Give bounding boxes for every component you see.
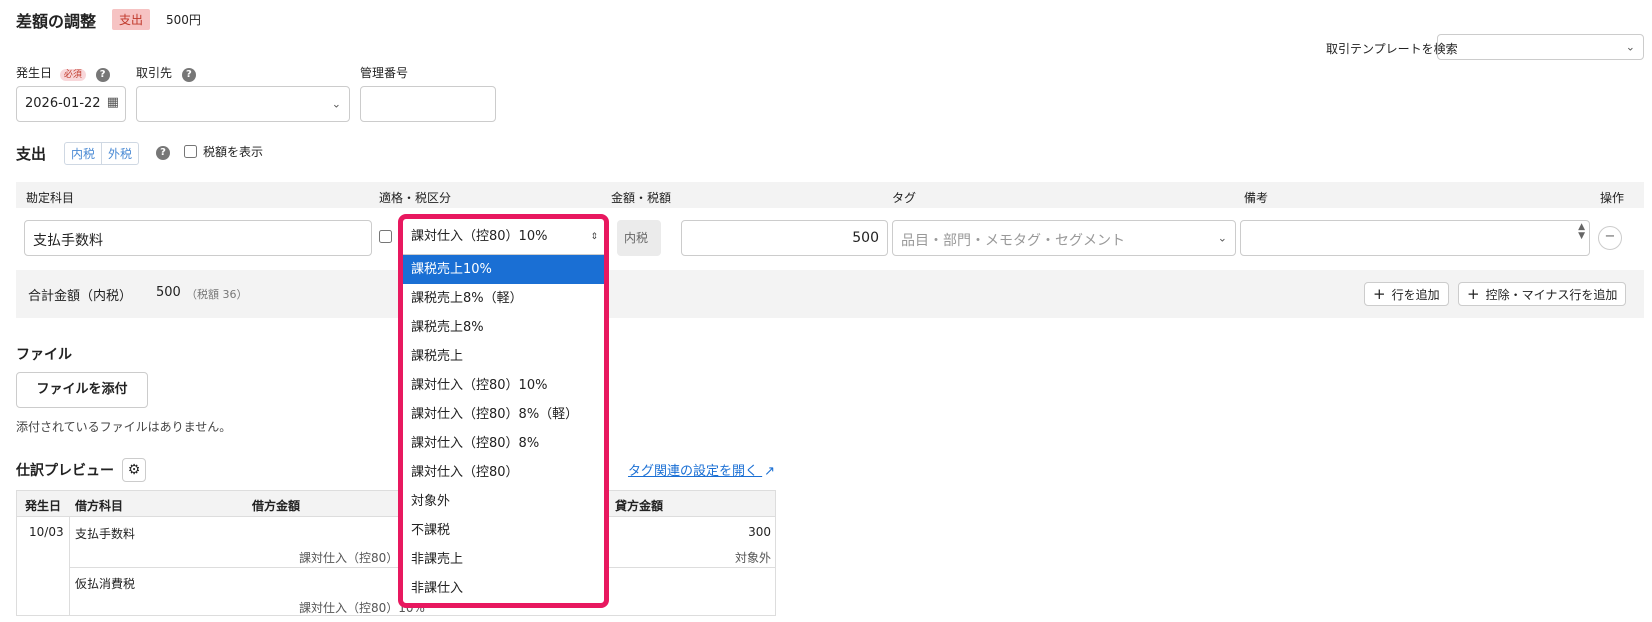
tax-class-select[interactable]: 課対仕入（控80）10% ⇕ [403, 219, 604, 255]
tax-excl-option[interactable]: 外税 [101, 143, 138, 164]
file-title: ファイル [16, 347, 72, 363]
tax-class-option[interactable]: 課税売上10% [403, 255, 604, 284]
tax-class-selected-value: 課対仕入（控80）10% [411, 229, 548, 244]
partner-label: 取引先 ? [136, 64, 196, 82]
add-deduct-row-label: 控除・マイナス行を追加 [1485, 288, 1618, 302]
chevron-down-icon: ⌄ [1217, 231, 1227, 245]
show-tax-option: 税額を表示 [184, 143, 263, 160]
preview-debit-account: 仮払消費税 [75, 577, 136, 591]
tag-settings-link-text: タグ関連の設定を開く [628, 464, 759, 479]
journal-table-header: 勘定科目 適格・税区分 金額・税額 タグ 備考 操作 [16, 182, 1644, 208]
tax-mode-value: 内税 [624, 231, 649, 245]
preview-col-debit-account: 借方科目 [75, 499, 124, 513]
add-row-button[interactable]: + 行を追加 [1364, 282, 1449, 306]
col-tax-class: 適格・税区分 [379, 191, 452, 205]
tax-class-option[interactable]: 課税売上8%（軽） [403, 284, 604, 313]
tax-class-option[interactable]: 課対仕入（控80）10% [403, 371, 604, 400]
preview-table-body: 10/03 支払手数料 課対仕入（控80）10% 300 対象外 仮払消費税 課… [17, 517, 775, 615]
required-badge: 必須 [59, 69, 86, 81]
tax-class-option[interactable]: 課税売上8% [403, 313, 604, 342]
remove-row-button[interactable]: − [1598, 226, 1622, 250]
preview-col-date: 発生日 [25, 499, 62, 513]
preview-credit-tax: 対象外 [734, 551, 771, 565]
manage-no-input[interactable] [360, 86, 496, 122]
col-ops: 操作 [1600, 191, 1625, 205]
totals-bar: 合計金額（内税） 500 （税額 36） + 行を追加 + 控除・マイナス行を追加 [16, 270, 1644, 318]
show-tax-label: 税額を表示 [203, 145, 264, 159]
tag-settings-link[interactable]: タグ関連の設定を開く ↗ [628, 460, 775, 479]
spinner-icon[interactable]: ▲ ▼ [1578, 223, 1585, 241]
tax-class-option[interactable]: 対象外 [403, 487, 604, 516]
amount-input[interactable]: 500 [681, 220, 888, 256]
preview-credit-amount: 300 [748, 525, 771, 539]
qualified-checkbox[interactable] [379, 230, 392, 243]
preview-debit-account: 支払手数料 [75, 527, 136, 541]
tax-mode-toggle: 内税 外税 [64, 142, 140, 165]
tax-mode-select[interactable]: 内税 [617, 220, 661, 256]
total-label: 合計金額（内税） [28, 289, 133, 304]
account-input[interactable]: 支払手数料 [24, 220, 372, 256]
col-amount-tax: 金額・税額 [611, 191, 672, 205]
tax-class-option[interactable]: 非課売上 [403, 545, 604, 574]
preview-col-credit-amount: 貸方金額 [615, 499, 664, 513]
add-row-label: 行を追加 [1391, 288, 1440, 302]
chevron-down-icon: ⌄ [331, 97, 341, 111]
col-account: 勘定科目 [26, 191, 75, 205]
date-input[interactable]: 2026-01-22 ▦ [16, 86, 126, 122]
plus-icon: + [1467, 285, 1480, 303]
manage-no-label: 管理番号 [360, 66, 409, 80]
date-label-text: 発生日 [16, 66, 53, 80]
memo-textarea[interactable]: ▲ ▼ [1240, 220, 1590, 256]
plus-icon: + [1373, 285, 1386, 303]
file-empty-text: 添付されているファイルはありません。 [16, 420, 232, 434]
total-tax: （税額 36） [186, 288, 248, 301]
preview-table-header: 発生日 借方科目 借方金額 貸方金額 [17, 491, 775, 517]
sort-arrows-icon: ⇕ [590, 232, 598, 242]
date-label: 発生日 必須 ? [16, 64, 110, 82]
partner-select[interactable]: ⌄ [136, 86, 350, 122]
preview-title: 仕訳プレビュー [16, 463, 114, 479]
gear-icon: ⚙ [127, 462, 141, 478]
calendar-icon[interactable]: ▦ [107, 95, 119, 110]
page-title: 差額の調整 [16, 12, 97, 31]
chevron-down-icon: ⌄ [1625, 40, 1635, 54]
preview-table: 発生日 借方科目 借方金額 貸方金額 10/03 支払手数料 課対仕入（控80）… [16, 490, 776, 616]
preview-col-debit-amount: 借方金額 [252, 499, 301, 513]
tag-select[interactable]: 品目・部門・メモタグ・セグメント ⌄ [892, 220, 1236, 256]
tax-class-option[interactable]: 不課税 [403, 516, 604, 545]
minus-icon: − [1604, 229, 1616, 244]
tax-class-option[interactable]: 課対仕入（控80）8% [403, 429, 604, 458]
partner-label-text: 取引先 [136, 66, 173, 80]
tax-class-option[interactable]: 課対仕入（控80）8%（軽） [403, 400, 604, 429]
tax-incl-option[interactable]: 内税 [65, 143, 101, 164]
amount-value: 500 [852, 230, 879, 246]
journal-row: 支払手数料 内税 500 品目・部門・メモタグ・セグメント ⌄ ▲ ▼ − [16, 208, 1644, 270]
external-link-icon: ↗ [764, 464, 776, 479]
type-badge: 支出 [112, 9, 151, 30]
attach-file-button[interactable]: ファイルを添付 [16, 372, 148, 408]
preview-date: 10/03 [29, 525, 64, 539]
total-value: 500 [156, 285, 181, 300]
tax-class-option[interactable]: 課税売上 [403, 342, 604, 371]
tax-class-option[interactable]: 非課仕入 [403, 574, 604, 603]
tax-class-option[interactable]: 課対仕入（控80） [403, 458, 604, 487]
col-memo: 備考 [1244, 191, 1269, 205]
tax-class-options: 課税売上10% 課税売上8%（軽） 課税売上8% 課税売上 課対仕入（控80）10% 課対… [403, 255, 604, 603]
account-value: 支払手数料 [33, 233, 103, 249]
tax-class-dropdown[interactable]: 課対仕入（控80）10% ⇕ 課税売上10% 課税売上8%（軽） 課税売上8% 課税売… [398, 214, 609, 608]
preview-divider [69, 517, 70, 615]
col-tag: タグ [892, 191, 917, 205]
help-icon[interactable]: ? [95, 68, 110, 82]
tag-placeholder: 品目・部門・メモタグ・セグメント [901, 233, 1125, 249]
preview-settings-button[interactable]: ⚙ [122, 458, 146, 482]
show-tax-checkbox[interactable] [184, 145, 197, 158]
expense-title: 支出 [16, 145, 47, 163]
template-search-select[interactable]: ⌄ [1437, 34, 1644, 60]
add-deduct-row-button[interactable]: + 控除・マイナス行を追加 [1458, 282, 1627, 306]
help-icon[interactable]: ? [181, 68, 196, 82]
header-amount: 500円 [166, 13, 201, 27]
date-value: 2026-01-22 [25, 96, 101, 111]
help-icon[interactable]: ? [156, 146, 170, 160]
